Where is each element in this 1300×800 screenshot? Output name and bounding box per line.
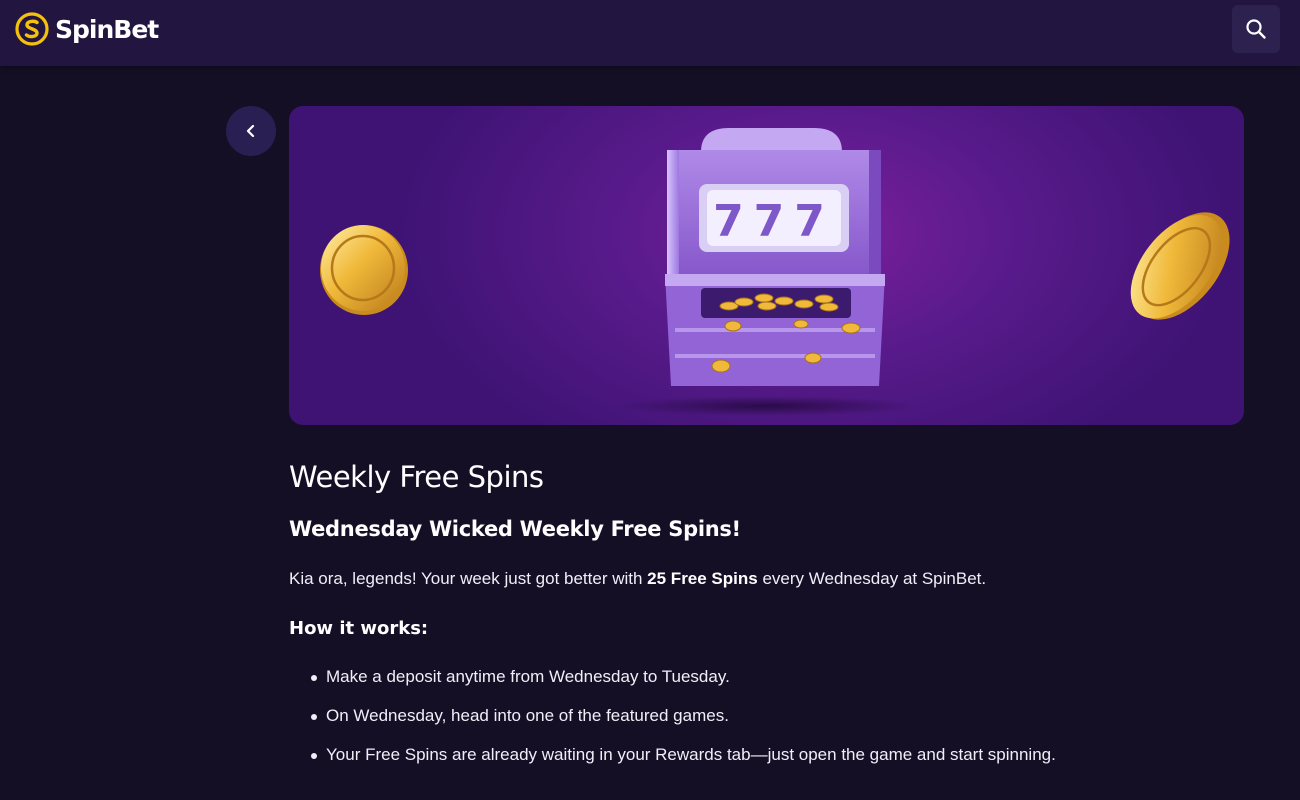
intro-text-before: Kia ora, legends! Your week just got bet…	[289, 569, 648, 588]
slot-machine-icon: 777	[665, 128, 885, 386]
intro-highlight: 25 Free Spins	[647, 569, 758, 588]
list-item: Your Free Spins are already waiting in y…	[309, 742, 1244, 768]
search-button[interactable]	[1232, 5, 1280, 53]
spinbet-logo-icon	[15, 12, 49, 46]
chevron-left-icon	[246, 124, 255, 138]
search-icon	[1246, 19, 1266, 39]
brand-logo[interactable]: SpinBet	[15, 10, 159, 48]
page-title: Weekly Free Spins	[289, 460, 544, 494]
intro-paragraph: Kia ora, legends! Your week just got bet…	[289, 566, 1244, 592]
steps-list: Make a deposit anytime from Wednesday to…	[289, 664, 1244, 768]
back-button[interactable]	[226, 106, 276, 156]
promo-article: Weekly Free Spins Wednesday Wicked Weekl…	[289, 455, 1244, 781]
how-it-works-heading: How it works:	[289, 618, 429, 639]
list-item: Make a deposit anytime from Wednesday to…	[309, 664, 1244, 690]
top-bar: SpinBet	[0, 0, 1300, 66]
list-item: On Wednesday, head into one of the featu…	[309, 703, 1244, 729]
coin-left-icon	[320, 225, 408, 315]
promo-subtitle: Wednesday Wicked Weekly Free Spins!	[289, 517, 741, 541]
intro-text-after: every Wednesday at SpinBet.	[757, 569, 987, 588]
slot-machine-illustration: 777	[320, 128, 1230, 416]
promo-banner: 777	[289, 106, 1244, 425]
svg-text:777: 777	[713, 196, 835, 247]
coin-right-icon	[1130, 212, 1230, 320]
brand-name: SpinBet	[55, 14, 159, 44]
